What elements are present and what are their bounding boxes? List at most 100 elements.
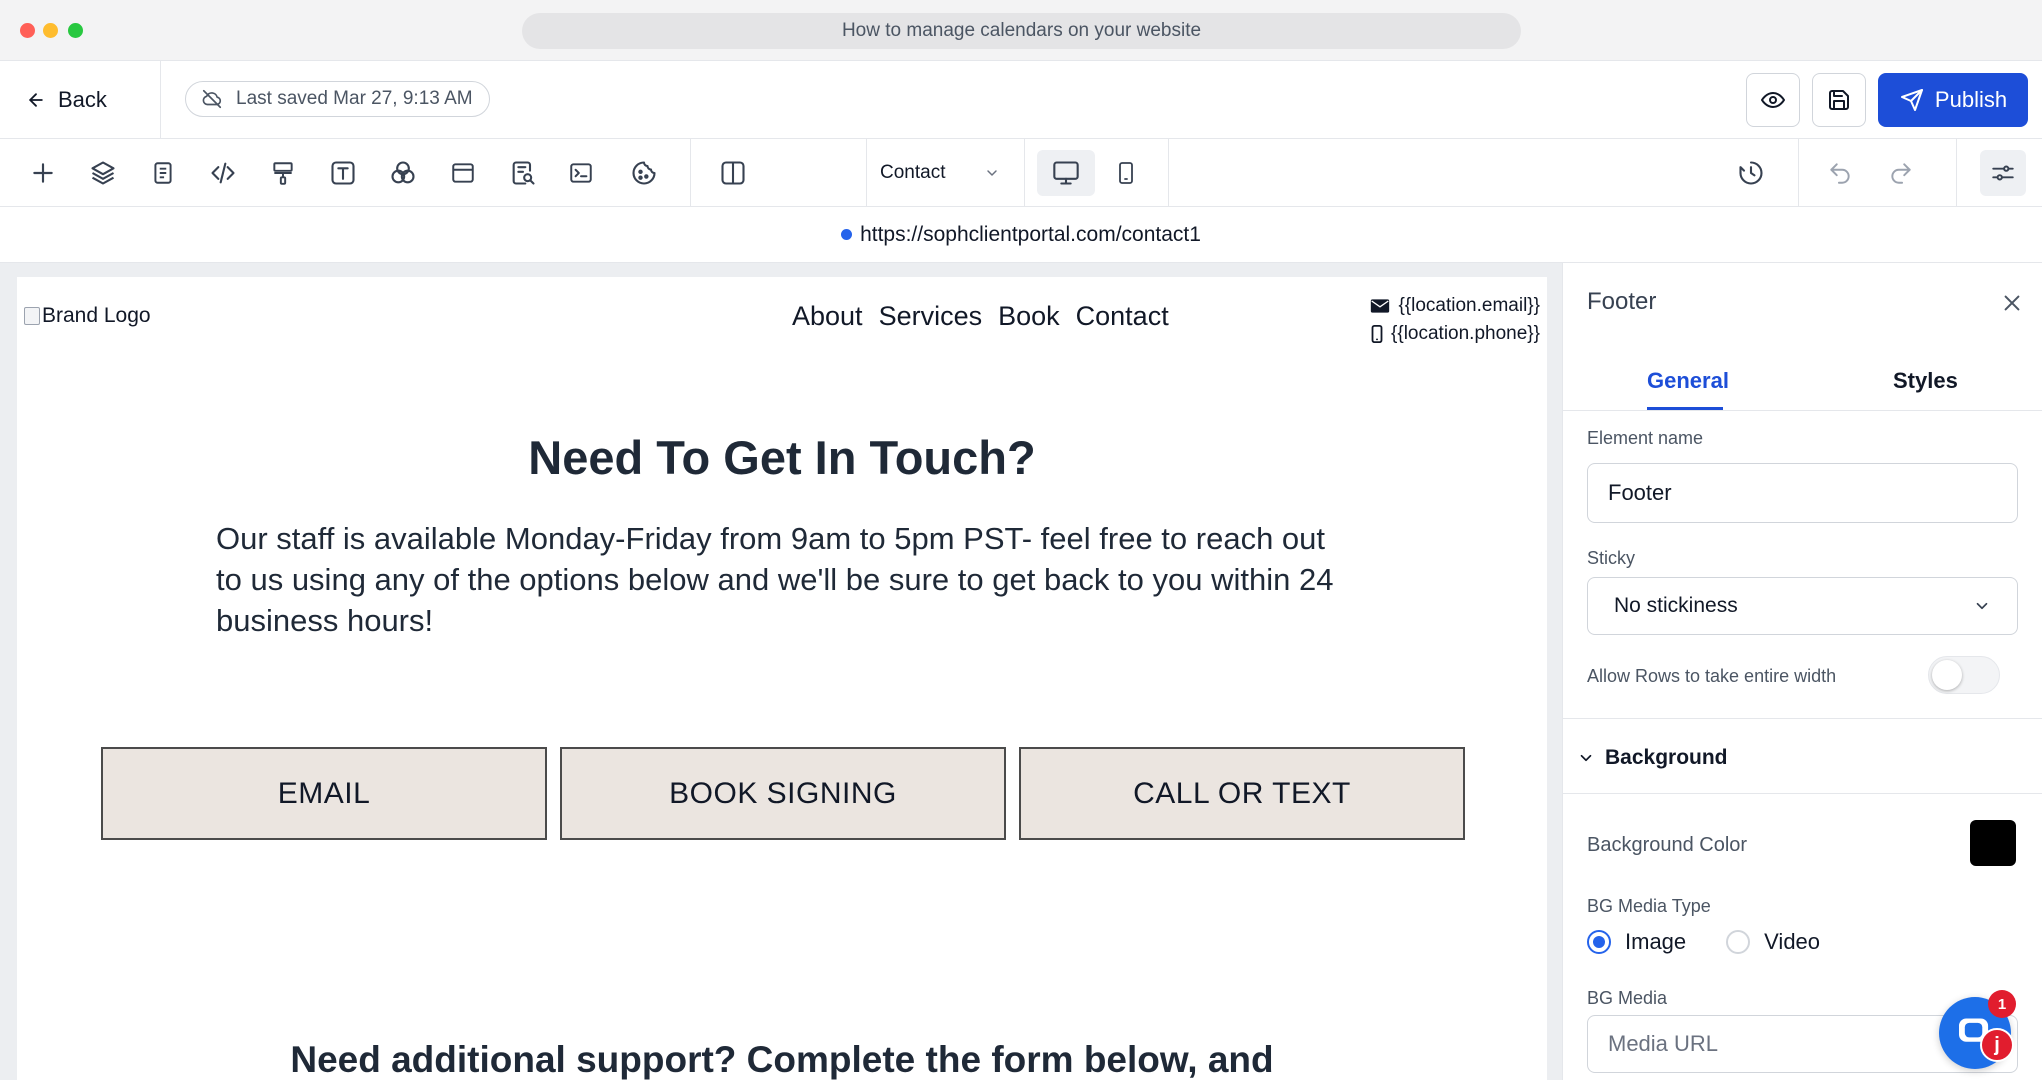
section-divider [1563, 718, 2042, 719]
window-maximize-button[interactable] [68, 23, 83, 38]
call-or-text-cta-button[interactable]: CALL OR TEXT [1019, 747, 1465, 840]
window-title: How to manage calendars on your website [522, 13, 1521, 49]
brand-logo-alt: Brand Logo [42, 304, 151, 327]
undo-icon [1826, 160, 1854, 186]
chat-agent-avatar: j [1980, 1028, 2014, 1062]
chat-unread-badge: 1 [1988, 990, 2016, 1018]
allow-rows-toggle[interactable] [1928, 656, 2000, 694]
paint-roller-icon [270, 159, 296, 187]
last-saved-text: Last saved Mar 27, 9:13 AM [236, 88, 473, 109]
layers-button[interactable] [85, 155, 121, 191]
bg-color-swatch[interactable] [1970, 820, 2016, 866]
seo-button[interactable] [505, 155, 541, 191]
page-url[interactable]: https://sophclientportal.com/contact1 [860, 223, 1201, 247]
preview-button[interactable] [1746, 73, 1800, 127]
close-icon [2001, 292, 2023, 314]
bg-media-type-radio-group: Image Video [1587, 929, 1820, 955]
mobile-view-button[interactable] [1097, 150, 1155, 196]
nav-link-about[interactable]: About [792, 301, 863, 332]
sections-button[interactable] [445, 155, 481, 191]
tab-styles[interactable]: Styles [1893, 351, 1958, 411]
global-styles-button[interactable] [265, 155, 301, 191]
cookie-icon [630, 159, 658, 187]
header-divider [160, 61, 161, 139]
mobile-icon [1114, 159, 1138, 187]
section-divider [1563, 793, 2042, 794]
settings-button[interactable] [1980, 150, 2026, 196]
toolbar-divider [1168, 139, 1169, 207]
contact-email-row: {{location.email}} [1370, 292, 1540, 320]
back-button[interactable]: Back [26, 82, 107, 118]
cookie-consent-button[interactable] [626, 155, 662, 191]
page-select-dropdown[interactable]: Contact [880, 157, 1000, 189]
active-tab-indicator [1647, 407, 1723, 410]
window-titlebar: How to manage calendars on your website [0, 0, 2042, 61]
page-headline: Need To Get In Touch? [528, 431, 1036, 484]
save-button[interactable] [1812, 73, 1866, 127]
page-select-value: Contact [880, 162, 946, 183]
desktop-view-button[interactable] [1037, 150, 1095, 196]
bg-media-image-radio[interactable]: Image [1587, 929, 1686, 955]
code-icon [209, 159, 237, 187]
arrow-left-icon [26, 90, 46, 110]
brand-logo[interactable]: Brand Logo [24, 304, 151, 328]
bg-media-label: BG Media [1587, 988, 1668, 1008]
sticky-select[interactable]: No stickiness [1587, 577, 2018, 635]
page-search-icon [509, 159, 537, 187]
editor-header: Back Last saved Mar 27, 9:13 AM Publish [0, 61, 2042, 139]
add-element-button[interactable] [25, 155, 61, 191]
history-icon [1737, 159, 1765, 187]
allow-rows-label: Allow Rows to take entire width [1587, 666, 1837, 686]
contact-email[interactable]: {{location.email}} [1398, 292, 1540, 320]
pages-button[interactable] [145, 155, 181, 191]
support-subheadline: Need additional support? Complete the fo… [290, 1039, 1274, 1080]
publish-button[interactable]: Publish [1878, 73, 2028, 127]
bg-media-image-label: Image [1625, 929, 1687, 954]
nav-link-contact[interactable]: Contact [1076, 301, 1169, 332]
publish-label: Publish [1934, 87, 2008, 112]
section-icon [449, 160, 477, 186]
back-label: Back [58, 87, 107, 112]
version-history-button[interactable] [1733, 155, 1769, 191]
eye-icon [1761, 88, 1785, 112]
email-cta-button[interactable]: EMAIL [101, 747, 547, 840]
bg-media-type-label: BG Media Type [1587, 896, 1711, 916]
nav-link-services[interactable]: Services [879, 301, 983, 332]
page-canvas: Brand Logo About Services Book Contact {… [17, 277, 1547, 1080]
toolbar-divider [690, 139, 691, 207]
radio-checked-icon [1587, 930, 1611, 954]
window-close-button[interactable] [20, 23, 35, 38]
save-status-badge: Last saved Mar 27, 9:13 AM [185, 81, 490, 117]
chevron-down-icon [984, 165, 1000, 181]
nav-link-book[interactable]: Book [998, 301, 1060, 332]
split-view-button[interactable] [715, 155, 751, 191]
redo-button[interactable] [1883, 155, 1919, 191]
bg-media-video-radio[interactable]: Video [1726, 929, 1820, 955]
book-signing-cta-button[interactable]: BOOK SIGNING [560, 747, 1006, 840]
sticky-select-value: No stickiness [1614, 594, 1738, 617]
typography-button[interactable] [325, 155, 361, 191]
toggle-knob [1932, 660, 1962, 690]
panel-close-button[interactable] [1996, 287, 2028, 319]
terminal-icon [567, 160, 595, 186]
background-section-header[interactable]: Background [1577, 746, 1728, 770]
tracking-code-button[interactable] [563, 155, 599, 191]
tab-general[interactable]: General [1647, 351, 1729, 411]
colors-button[interactable] [385, 155, 421, 191]
panel-title: Footer [1587, 288, 1657, 315]
custom-code-button[interactable] [205, 155, 241, 191]
split-view-icon [719, 159, 747, 187]
add-icon [30, 160, 56, 186]
toolbar-divider [1024, 139, 1025, 207]
status-dot-icon [841, 229, 853, 240]
color-blend-icon [389, 159, 417, 187]
element-name-input[interactable]: Footer [1587, 463, 2018, 523]
background-section-title: Background [1605, 746, 1728, 769]
sticky-label: Sticky [1587, 548, 1636, 568]
site-nav: About Services Book Contact [792, 301, 1169, 332]
element-name-label: Element name [1587, 428, 1704, 448]
window-minimize-button[interactable] [43, 23, 58, 38]
undo-button[interactable] [1822, 155, 1858, 191]
panel-tabs: General Styles [1563, 351, 2042, 411]
contact-phone[interactable]: {{location.phone}} [1391, 320, 1540, 348]
